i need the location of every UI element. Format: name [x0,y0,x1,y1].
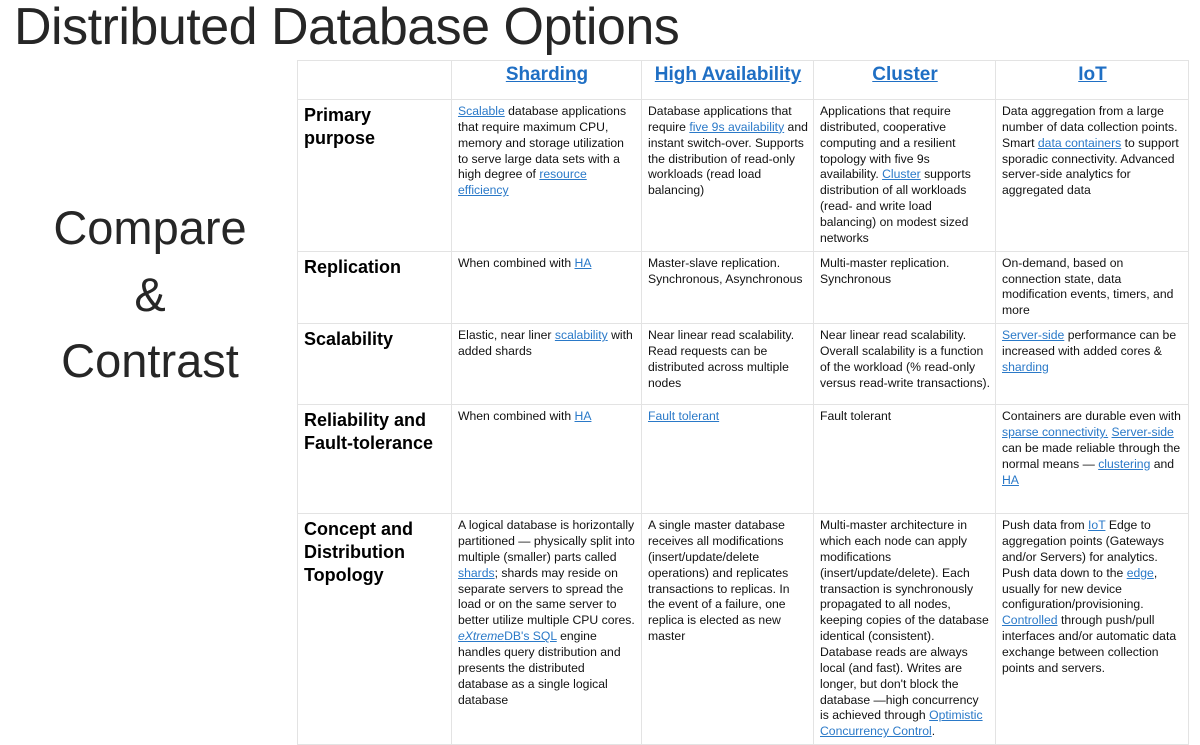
table-row: Replication When combined with HA Master… [297,250,1189,325]
inline-link[interactable]: IoT [1088,518,1105,532]
cell-concept-cluster: Multi-master architecture in which each … [813,513,996,745]
table-row: Concept and Distribution Topology A logi… [297,513,1189,745]
inline-link[interactable]: shards [458,566,495,580]
inline-link[interactable]: Server-side [1002,328,1064,342]
inline-link[interactable]: sharding [1002,360,1049,374]
inline-link[interactable]: sparse connectivity. [1002,425,1108,439]
cell-reliability-iot: Containers are durable even with sparse … [995,404,1189,515]
inline-link[interactable]: five 9s availability [689,120,784,134]
cell-concept-iot: Push data from IoT Edge to aggregation p… [995,513,1189,745]
cell-reliability-cluster: Fault tolerant [813,404,996,515]
column-header-cluster: Cluster [813,60,996,100]
row-label-reliability-and-fault-tolerance: Reliability and Fault-tolerance [297,404,452,515]
cell-replication-iot: On-demand, based on connection state, da… [995,250,1189,325]
inline-link[interactable]: HA [575,256,592,270]
cell-scalability-sharding: Elastic, near liner scalability with add… [451,323,642,406]
row-label-scalability: Scalability [297,323,452,406]
inline-link[interactable]: edge [1127,566,1154,580]
cell-scalability-high-availability: Near linear read scalability. Read reque… [641,323,814,406]
table-row: Scalability Elastic, near liner scalabil… [297,323,1189,406]
inline-link[interactable]: scalability [555,328,608,342]
caption-line-3: Contrast [61,334,239,388]
cell-scalability-cluster: Near linear read scalability. Overall sc… [813,323,996,406]
inline-link[interactable]: eXtremeDB's SQL [458,629,557,643]
inline-link[interactable]: HA [575,409,592,423]
inline-link[interactable]: clustering [1098,457,1150,471]
table-header-row: Sharding High Availability Cluster IoT [297,60,1189,100]
inline-link[interactable]: Scalable [458,104,505,118]
cell-replication-cluster: Multi-master replication. Synchronous [813,250,996,325]
table-corner-cell [297,60,452,100]
comparison-table: Sharding High Availability Cluster IoT P… [297,60,1189,745]
cell-primary-purpose-cluster: Applications that require distributed, c… [813,99,996,252]
caption-line-1: Compare [53,201,247,254]
inline-link[interactable]: Server-side [1112,425,1174,439]
link-cluster[interactable]: Cluster [872,64,937,85]
inline-link[interactable]: Cluster [882,167,921,181]
inline-link[interactable]: HA [1002,473,1019,487]
slide-caption: Compare & Contrast [10,195,290,395]
cell-concept-high-availability: A single master database receives all mo… [641,513,814,745]
link-iot[interactable]: IoT [1078,64,1107,85]
cell-concept-sharding: A logical database is horizontally parti… [451,513,642,745]
cell-replication-high-availability: Master-slave replication. Synchronous, A… [641,250,814,325]
slide-root: Distributed Database Options Compare & C… [0,0,1200,745]
inline-link[interactable]: data containers [1038,136,1121,150]
row-label-primary-purpose: Primary purpose [297,99,452,252]
table-body: Primary purpose Scalable database applic… [297,99,1189,745]
row-label-replication: Replication [297,250,452,325]
table-header: Sharding High Availability Cluster IoT [297,60,1189,100]
cell-primary-purpose-high-availability: Database applications that require five … [641,99,814,252]
cell-replication-sharding: When combined with HA [451,250,642,325]
cell-primary-purpose-iot: Data aggregation from a large number of … [995,99,1189,252]
cell-scalability-iot: Server-side performance can be increased… [995,323,1189,406]
page-title: Distributed Database Options [14,0,680,56]
inline-link[interactable]: Optimistic Concurrency Control [820,708,983,738]
cell-reliability-high-availability: Fault tolerant [641,404,814,515]
inline-link[interactable]: Controlled [1002,613,1058,627]
row-label-concept-and-distribution-topology: Concept and Distribution Topology [297,513,452,745]
table-row: Reliability and Fault-tolerance When com… [297,404,1189,515]
caption-line-2: & [134,267,166,321]
column-header-sharding: Sharding [451,60,642,100]
cell-primary-purpose-sharding: Scalable database applications that requ… [451,99,642,252]
column-header-iot: IoT [995,60,1189,100]
column-header-high-availability: High Availability [641,60,814,100]
inline-link[interactable]: resource efficiency [458,167,587,197]
link-high-availability[interactable]: High Availability [655,64,801,85]
table-row: Primary purpose Scalable database applic… [297,99,1189,252]
link-sharding[interactable]: Sharding [506,64,588,85]
cell-reliability-sharding: When combined with HA [451,404,642,515]
inline-link[interactable]: Fault tolerant [648,409,719,423]
